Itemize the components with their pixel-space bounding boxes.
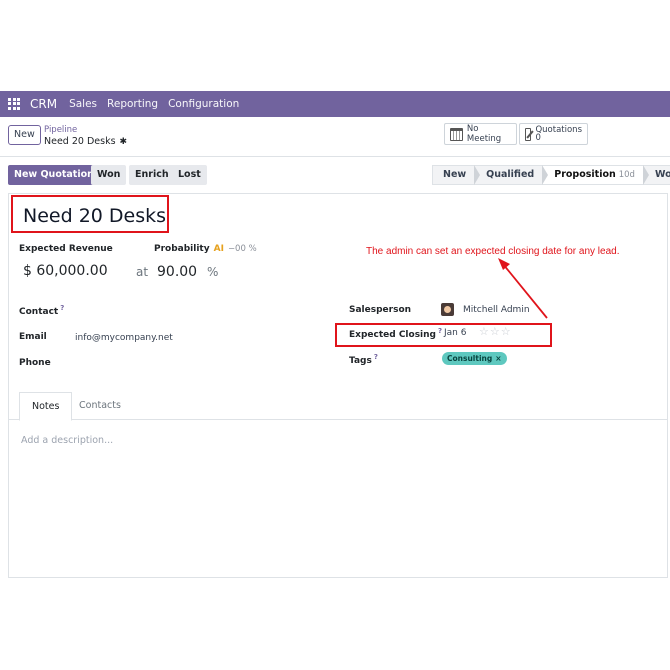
gear-icon[interactable]: ✱ bbox=[120, 137, 128, 147]
stage-pipeline: New Qualified Proposition10d Won bbox=[432, 165, 670, 185]
email-label: Email bbox=[19, 332, 47, 342]
tag-label: Consulting bbox=[447, 354, 493, 363]
probability-label-row: Probability AI −00 % bbox=[154, 244, 257, 254]
calendar-icon bbox=[450, 127, 463, 141]
stage-qualified[interactable]: Qualified bbox=[474, 165, 549, 185]
status-bar: New Quotation Won Enrich Lost New Qualif… bbox=[0, 157, 670, 193]
menu-configuration[interactable]: Configuration bbox=[168, 98, 239, 110]
ai-probability: −00 % bbox=[227, 244, 257, 254]
lost-button[interactable]: Lost bbox=[172, 165, 207, 185]
menu-sales[interactable]: Sales bbox=[69, 98, 97, 110]
salesperson-field[interactable]: Mitchell Admin bbox=[463, 305, 530, 315]
quotations-count: 0 bbox=[535, 133, 541, 143]
ai-icon[interactable]: AI bbox=[214, 244, 224, 254]
contact-help-icon[interactable]: ? bbox=[60, 304, 64, 312]
tags-label: Tags bbox=[349, 356, 372, 366]
stage-duration: 10d bbox=[618, 170, 635, 180]
enrich-button[interactable]: Enrich bbox=[129, 165, 175, 185]
top-navbar: CRM Sales Reporting Configuration bbox=[0, 91, 670, 117]
crm-lead-form-screen: CRM Sales Reporting Configuration New Pi… bbox=[0, 0, 670, 670]
stage-won-label: Won bbox=[654, 169, 670, 180]
annotation-text: The admin can set an expected closing da… bbox=[366, 246, 620, 257]
percent-sign: % bbox=[207, 265, 219, 279]
stage-new-label: New bbox=[443, 169, 467, 180]
apps-menu-icon[interactable] bbox=[8, 97, 21, 111]
breadcrumb-current-label: Need 20 Desks bbox=[44, 136, 116, 147]
quotations-text: Quotations 0 bbox=[535, 125, 582, 143]
menu-reporting[interactable]: Reporting bbox=[107, 98, 158, 110]
title-highlight-box bbox=[11, 195, 169, 233]
phone-label: Phone bbox=[19, 358, 51, 368]
form-sheet: Need 20 Desks Expected Revenue Probabili… bbox=[8, 193, 668, 578]
edit-document-icon bbox=[525, 127, 532, 141]
no-meeting-button[interactable]: No Meeting bbox=[444, 123, 517, 145]
probability-label: Probability bbox=[154, 244, 210, 254]
tags-label-row: Tags? bbox=[349, 353, 378, 366]
salesperson-label: Salesperson bbox=[349, 305, 412, 315]
won-button[interactable]: Won bbox=[91, 165, 127, 185]
tag-remove-icon[interactable]: × bbox=[495, 354, 501, 363]
app-name[interactable]: CRM bbox=[30, 97, 57, 111]
expected-revenue-label: Expected Revenue bbox=[19, 244, 113, 254]
description-field[interactable]: Add a description... bbox=[21, 435, 113, 446]
notebook-tabs: Notes Contacts bbox=[9, 392, 667, 421]
stage-proposition-label: Proposition bbox=[554, 169, 616, 180]
new-quotation-button[interactable]: New Quotation bbox=[8, 165, 100, 185]
expected-revenue-field[interactable]: $ 60,000.00 bbox=[23, 263, 108, 279]
probability-field[interactable]: 90.00 bbox=[157, 264, 197, 280]
expected-closing-highlight-box bbox=[335, 323, 552, 347]
avatar bbox=[441, 303, 454, 316]
stage-qualified-label: Qualified bbox=[486, 169, 535, 180]
new-button[interactable]: New bbox=[8, 125, 41, 145]
at-label: at bbox=[136, 265, 149, 279]
contact-label-row: Contact? bbox=[19, 304, 64, 317]
contact-label: Contact bbox=[19, 307, 59, 317]
tab-notes[interactable]: Notes bbox=[19, 392, 73, 421]
email-field[interactable]: info@mycompany.net bbox=[75, 333, 173, 343]
quotations-button[interactable]: Quotations 0 bbox=[519, 123, 588, 145]
tag-consulting[interactable]: Consulting × bbox=[442, 352, 507, 365]
stage-new[interactable]: New bbox=[433, 165, 481, 185]
quotations-label: Quotations bbox=[535, 125, 582, 135]
tab-contacts[interactable]: Contacts bbox=[67, 392, 133, 420]
stage-proposition[interactable]: Proposition 10d bbox=[542, 165, 649, 185]
breadcrumb-pipeline[interactable]: Pipeline bbox=[44, 125, 77, 135]
breadcrumb-current: Need 20 Desks ✱ bbox=[44, 136, 127, 147]
control-panel: New Pipeline Need 20 Desks ✱ No Meeting … bbox=[0, 117, 670, 157]
no-meeting-label: No Meeting bbox=[466, 124, 502, 144]
tags-help-icon[interactable]: ? bbox=[374, 353, 378, 361]
